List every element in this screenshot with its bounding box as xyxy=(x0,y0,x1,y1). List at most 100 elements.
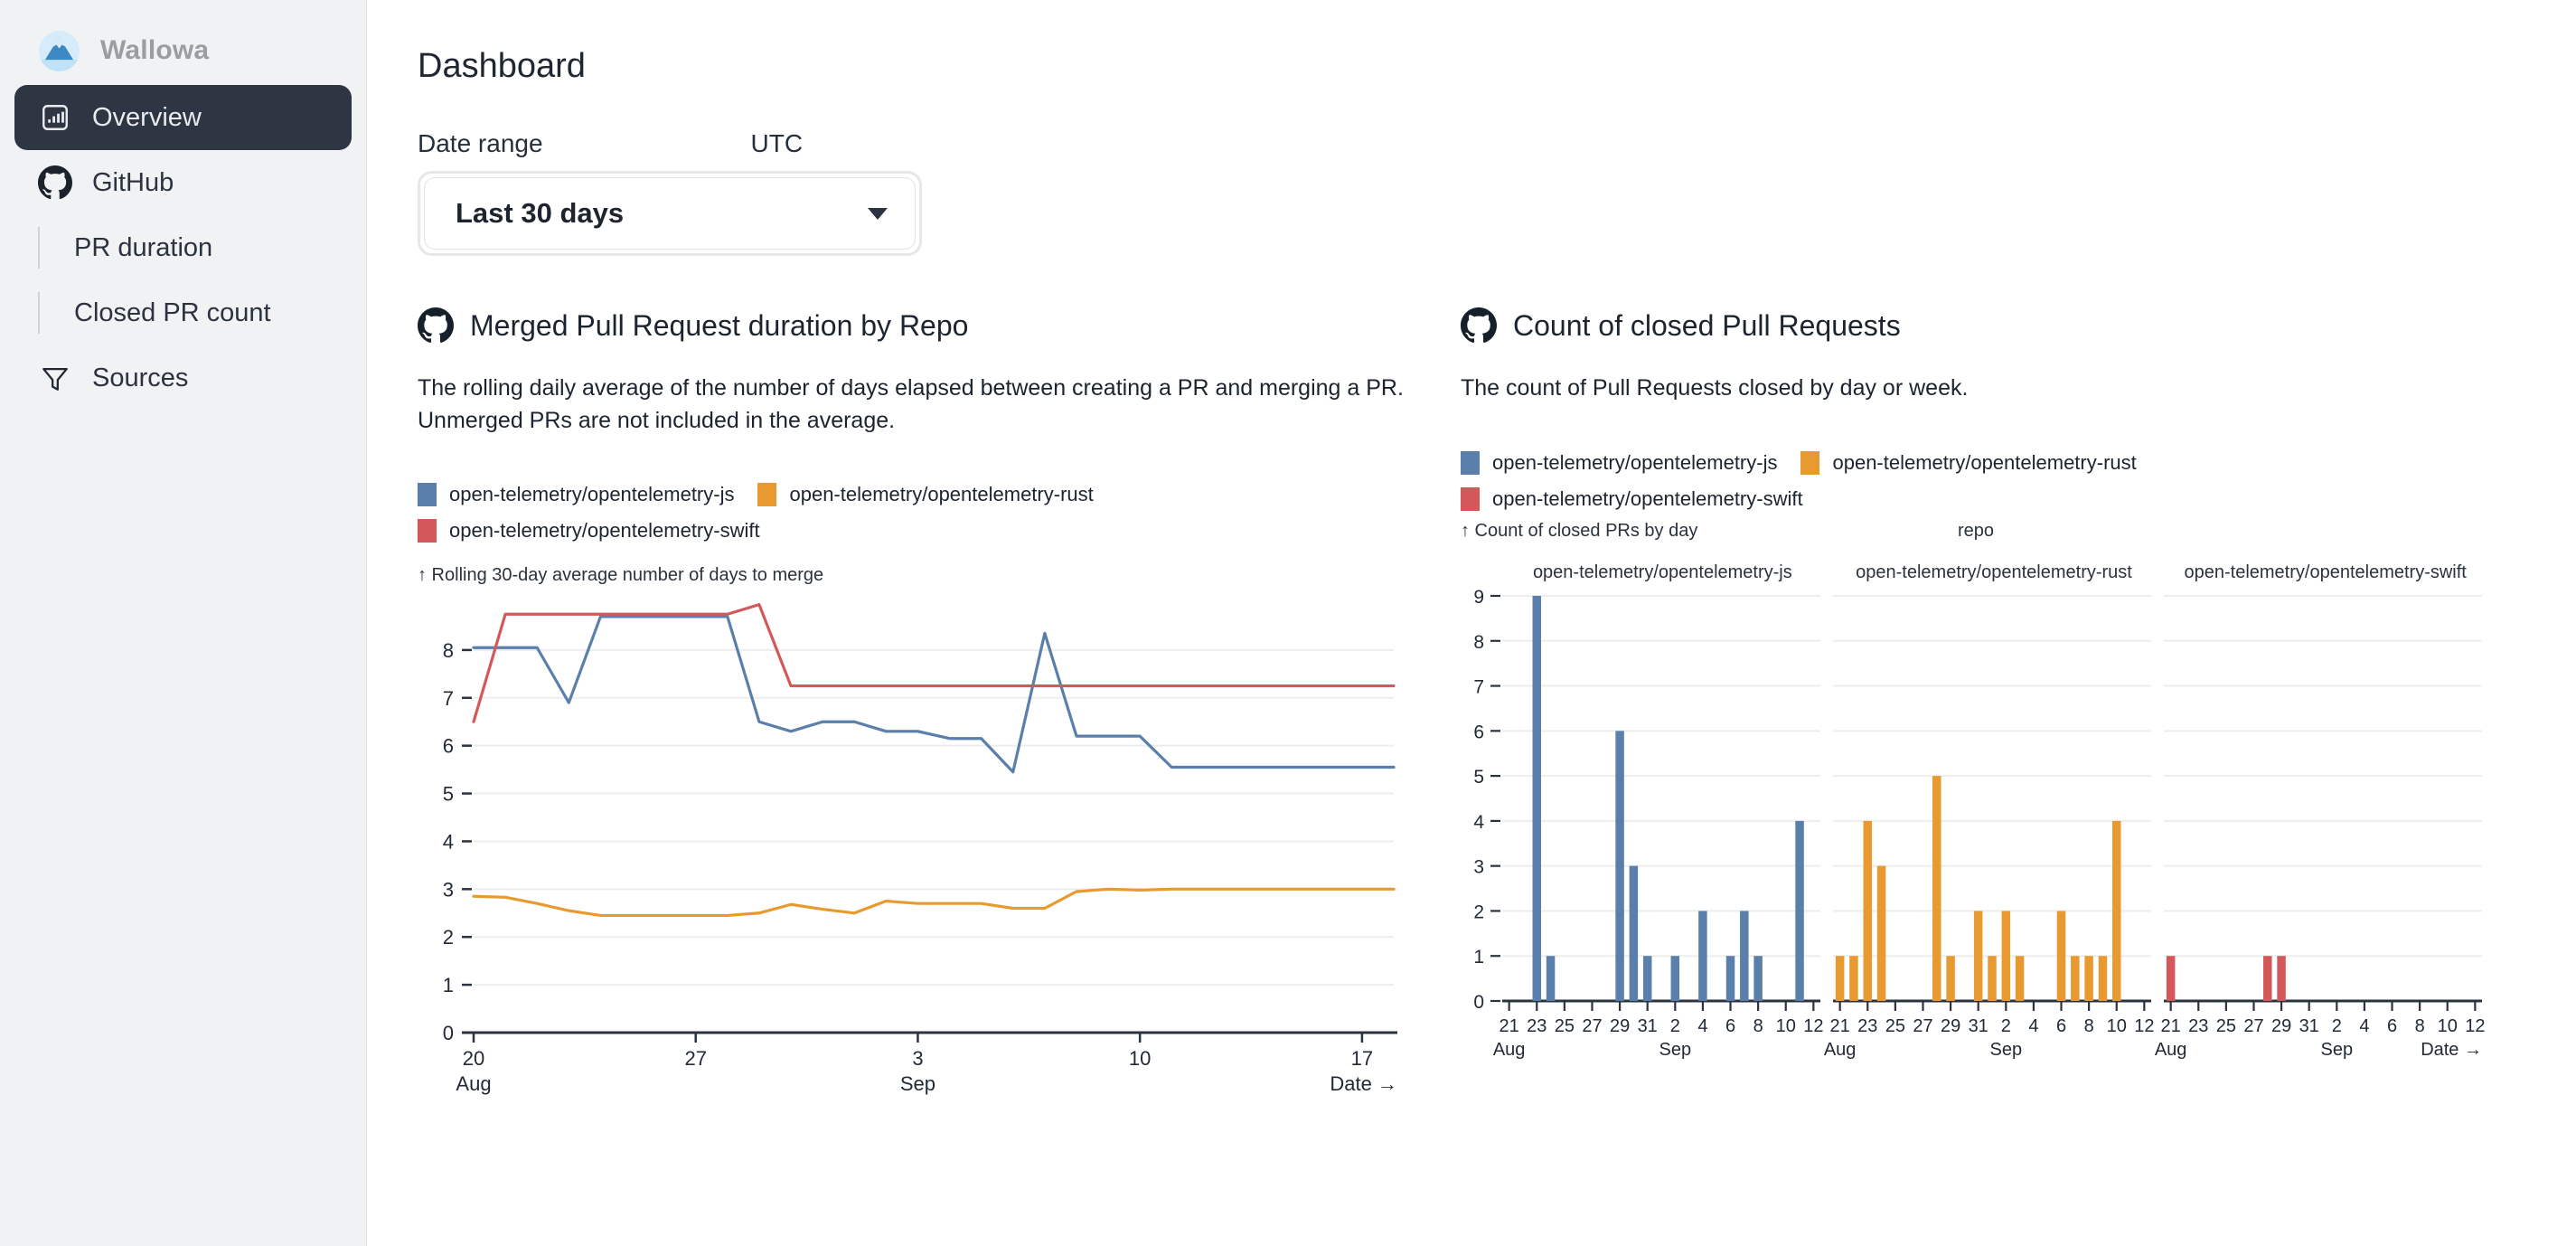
filter-row: Date range UTC Last 30 days xyxy=(367,86,2576,256)
legend-label: open-telemetry/opentelemetry-js xyxy=(449,483,735,505)
panel-description: The count of Pull Requests closed by day… xyxy=(1461,375,1969,401)
panel-merged-pr-duration: Merged Pull Request duration by Repo The… xyxy=(367,307,1461,1105)
svg-text:10: 10 xyxy=(1776,1016,1796,1036)
svg-text:8: 8 xyxy=(2415,1016,2425,1036)
facet-title-js: open-telemetry/opentelemetry-js xyxy=(1532,562,1792,582)
svg-text:4: 4 xyxy=(2359,1016,2369,1036)
svg-text:10: 10 xyxy=(2438,1016,2458,1036)
svg-text:2: 2 xyxy=(1473,901,1484,922)
svg-text:25: 25 xyxy=(2216,1016,2236,1036)
svg-text:8: 8 xyxy=(443,639,454,662)
svg-text:0: 0 xyxy=(443,1022,454,1044)
legend-item[interactable]: open-telemetry/opentelemetry-js xyxy=(1461,448,1777,477)
panel-header: Count of closed Pull Requests xyxy=(1461,307,2527,344)
funnel-icon xyxy=(38,361,72,395)
svg-text:8: 8 xyxy=(1753,1016,1763,1036)
legend-swatch-js xyxy=(1461,450,1480,475)
svg-text:4: 4 xyxy=(1697,1016,1707,1036)
bar-chart-closed-pr-count[interactable]: 0 1 2 3 4 5 6 7 8 9 21 Aug 23 25 27 29 31 2 Sep 4 6 8 10 12 21 Au… xyxy=(1461,583,2500,1090)
legend-item[interactable]: open-telemetry/opentelemetry-rust xyxy=(757,480,1094,509)
svg-text:29: 29 xyxy=(1941,1016,1960,1036)
date-range-select-wrapper: Last 30 days xyxy=(418,171,922,256)
page-title: Dashboard xyxy=(418,47,586,85)
sidebar-item-pr-duration[interactable]: PR duration xyxy=(14,215,352,280)
svg-text:2: 2 xyxy=(2001,1016,2011,1036)
legend-swatch-swift xyxy=(418,519,437,543)
svg-text:23: 23 xyxy=(2188,1016,2208,1036)
facet-title-rust: open-telemetry/opentelemetry-rust xyxy=(1856,562,2132,582)
svg-text:1: 1 xyxy=(443,974,454,996)
facet-title-swift: open-telemetry/opentelemetry-swift xyxy=(2184,562,2467,582)
legend-swatch-js xyxy=(418,483,437,506)
legend-label: open-telemetry/opentelemetry-swift xyxy=(449,519,760,542)
svg-text:4: 4 xyxy=(443,830,454,853)
sidebar-item-closed-pr-count[interactable]: Closed PR count xyxy=(14,280,352,345)
legend-item[interactable]: open-telemetry/opentelemetry-rust xyxy=(1800,448,2137,477)
svg-text:7: 7 xyxy=(1473,676,1484,697)
chart-legend-left: open-telemetry/opentelemetry-js open-tel… xyxy=(418,480,1123,552)
timezone-label: UTC xyxy=(750,129,804,157)
svg-text:27: 27 xyxy=(684,1047,706,1070)
legend-item[interactable]: open-telemetry/opentelemetry-swift xyxy=(1461,485,1803,514)
facet-group-label: repo xyxy=(1957,520,1995,541)
svg-text:25: 25 xyxy=(1885,1016,1905,1036)
legend-swatch-swift xyxy=(1461,486,1480,511)
svg-text:Aug: Aug xyxy=(2155,1040,2187,1060)
brand: Wallowa xyxy=(0,0,366,85)
sidebar-item-label: GitHub xyxy=(92,167,174,197)
brand-name: Wallowa xyxy=(100,35,210,65)
sidebar-subitem-label: PR duration xyxy=(74,232,213,262)
line-chart-merged-pr-duration[interactable]: 1 2 3 4 5 6 7 8 0 20 Aug 27 3 Sep 10 17 Date → xyxy=(418,590,1421,1105)
svg-text:Aug: Aug xyxy=(456,1072,491,1095)
sidebar-item-github[interactable]: GitHub xyxy=(14,150,352,215)
svg-text:Date →: Date → xyxy=(2421,1040,2482,1060)
legend-swatch-rust xyxy=(757,483,777,506)
svg-text:21: 21 xyxy=(1830,1016,1850,1036)
mountain-logo-icon xyxy=(38,30,80,72)
svg-text:Sep: Sep xyxy=(900,1072,935,1095)
svg-text:10: 10 xyxy=(1129,1047,1151,1070)
panel-title: Count of closed Pull Requests xyxy=(1513,308,1901,342)
svg-text:4: 4 xyxy=(2028,1016,2038,1036)
github-icon xyxy=(38,165,72,200)
sidebar-item-sources[interactable]: Sources xyxy=(14,345,352,411)
date-range-select[interactable]: Last 30 days xyxy=(424,177,916,250)
svg-text:25: 25 xyxy=(1555,1016,1575,1036)
sub-indent-bar xyxy=(38,292,40,334)
svg-text:9: 9 xyxy=(1473,587,1484,608)
bar-chart-icon xyxy=(38,100,72,135)
legend-item[interactable]: open-telemetry/opentelemetry-swift xyxy=(418,516,760,545)
svg-text:7: 7 xyxy=(443,687,454,710)
panel-closed-pr-count: Count of closed Pull Requests The count … xyxy=(1461,307,2527,1105)
svg-text:6: 6 xyxy=(2387,1016,2397,1036)
svg-text:6: 6 xyxy=(2056,1016,2066,1036)
svg-text:3: 3 xyxy=(912,1047,923,1070)
legend-item[interactable]: open-telemetry/opentelemetry-js xyxy=(418,480,734,509)
sub-indent-bar xyxy=(38,227,40,269)
svg-text:2: 2 xyxy=(2332,1016,2342,1036)
sidebar-item-label: Overview xyxy=(92,102,202,132)
svg-text:31: 31 xyxy=(1638,1016,1658,1036)
svg-text:12: 12 xyxy=(2134,1016,2154,1036)
svg-text:Sep: Sep xyxy=(1990,1040,2023,1060)
svg-text:27: 27 xyxy=(1913,1016,1932,1036)
legend-label: open-telemetry/opentelemetry-rust xyxy=(1832,450,2137,474)
sidebar: Wallowa Overview GitHub PR duration Clos… xyxy=(0,0,367,1246)
svg-text:8: 8 xyxy=(1473,631,1484,652)
svg-text:29: 29 xyxy=(2271,1016,2291,1036)
chevron-down-icon[interactable] xyxy=(868,207,888,220)
legend-label: open-telemetry/opentelemetry-swift xyxy=(1492,486,1803,510)
right-chart-header: ↑ Count of closed PRs by day repo xyxy=(1461,521,2491,561)
sidebar-nav: Overview GitHub PR duration Closed PR co… xyxy=(0,85,366,411)
sidebar-item-overview[interactable]: Overview xyxy=(14,85,352,150)
svg-text:2: 2 xyxy=(1670,1016,1680,1036)
svg-text:8: 8 xyxy=(2084,1016,2094,1036)
chart-legend-right: open-telemetry/opentelemetry-js open-tel… xyxy=(1461,448,2175,521)
svg-text:31: 31 xyxy=(2299,1016,2319,1036)
legend-label: open-telemetry/opentelemetry-js xyxy=(1492,450,1778,474)
svg-text:Sep: Sep xyxy=(1659,1040,1692,1060)
legend-label: open-telemetry/opentelemetry-rust xyxy=(789,483,1094,505)
panel-description: The rolling daily average of the number … xyxy=(418,375,1404,433)
svg-text:Date →: Date → xyxy=(1330,1072,1397,1095)
svg-text:Sep: Sep xyxy=(2321,1040,2354,1060)
